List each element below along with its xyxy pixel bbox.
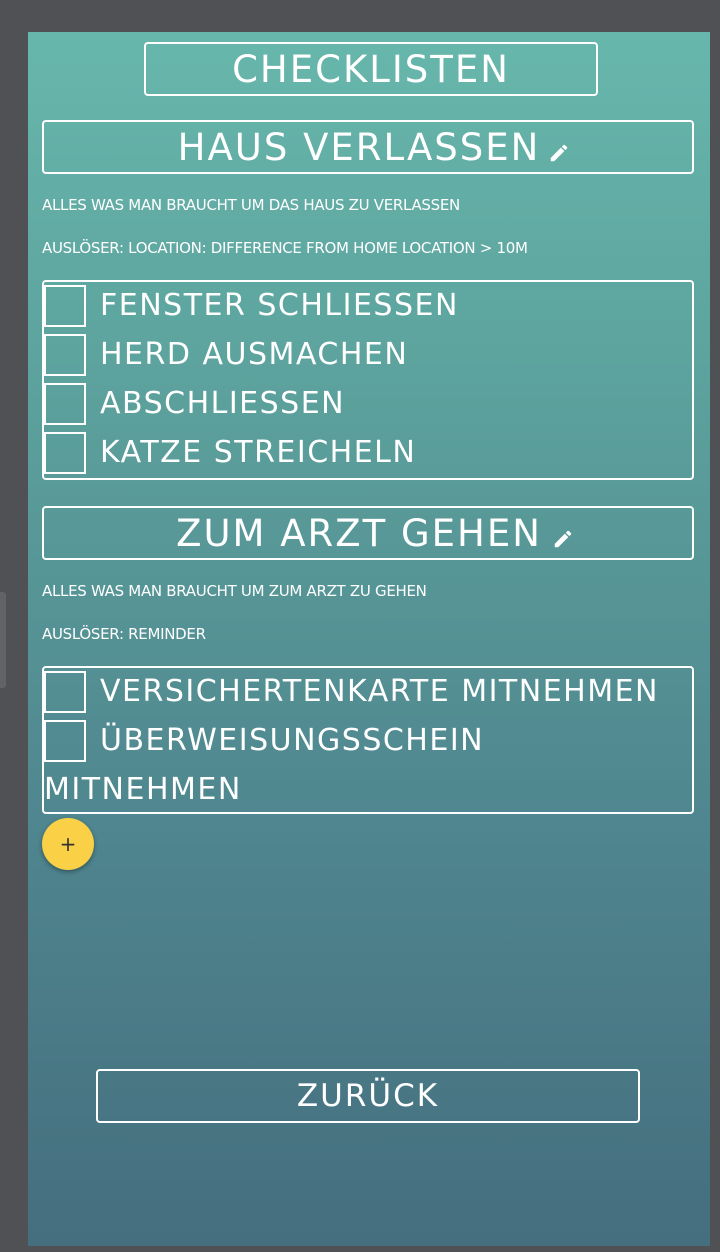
page-title-text: CHECKLISTEN [232,47,510,91]
item-label: ÜBERWEISUNGSSCHEIN MITNEHMEN [44,723,485,807]
app-screen: CHECKLISTEN HAUS VERLASSEN ALLES WAS MAN… [28,32,710,1246]
item-checkbox[interactable] [44,671,86,713]
checklist-items-zum-arzt-gehen: VERSICHERTENKARTE MITNEHMEN ÜBERWEISUNGS… [42,666,694,814]
item-checkbox[interactable] [44,432,86,474]
page-title: CHECKLISTEN [144,42,598,96]
item-checkbox[interactable] [44,383,86,425]
list-item: ABSCHLIESSEN [44,380,688,426]
item-label: KATZE STREICHELN [100,435,417,470]
checklist-trigger: AUSLÖSER: REMINDER [42,625,206,643]
item-checkbox[interactable] [44,334,86,376]
list-item: ÜBERWEISUNGSSCHEIN MITNEHMEN [44,717,688,811]
item-label: FENSTER SCHLIESSEN [100,288,459,323]
checklist-items-haus-verlassen: FENSTER SCHLIESSEN HERD AUSMACHEN ABSCHL… [42,280,694,480]
list-item: HERD AUSMACHEN [44,331,688,377]
add-checklist-button[interactable]: + [42,818,94,870]
item-label: VERSICHERTENKARTE MITNEHMEN [100,674,659,709]
checklist-header-zum-arzt-gehen[interactable]: ZUM ARZT GEHEN [42,506,694,560]
plus-icon: + [59,832,77,856]
item-label: ABSCHLIESSEN [100,386,346,421]
pencil-icon[interactable] [552,528,574,550]
checklist-trigger: AUSLÖSER: LOCATION: DIFFERENCE FROM HOME… [42,239,528,257]
list-item: VERSICHERTENKARTE MITNEHMEN [44,668,688,714]
back-button[interactable]: ZURÜCK [96,1069,640,1123]
item-checkbox[interactable] [44,285,86,327]
checklist-description: ALLES WAS MAN BRAUCHT UM DAS HAUS ZU VER… [42,196,460,214]
checklist-title: ZUM ARZT GEHEN [176,511,542,555]
back-button-label: ZURÜCK [296,1078,440,1114]
item-label: HERD AUSMACHEN [100,337,409,372]
checklist-title: HAUS VERLASSEN [177,125,541,169]
checklist-header-haus-verlassen[interactable]: HAUS VERLASSEN [42,120,694,174]
list-item: FENSTER SCHLIESSEN [44,282,688,328]
window-edge-handle [0,592,6,688]
list-item: KATZE STREICHELN [44,429,688,475]
checklist-description: ALLES WAS MAN BRAUCHT UM ZUM ARZT ZU GEH… [42,582,427,600]
pencil-icon[interactable] [548,142,570,164]
